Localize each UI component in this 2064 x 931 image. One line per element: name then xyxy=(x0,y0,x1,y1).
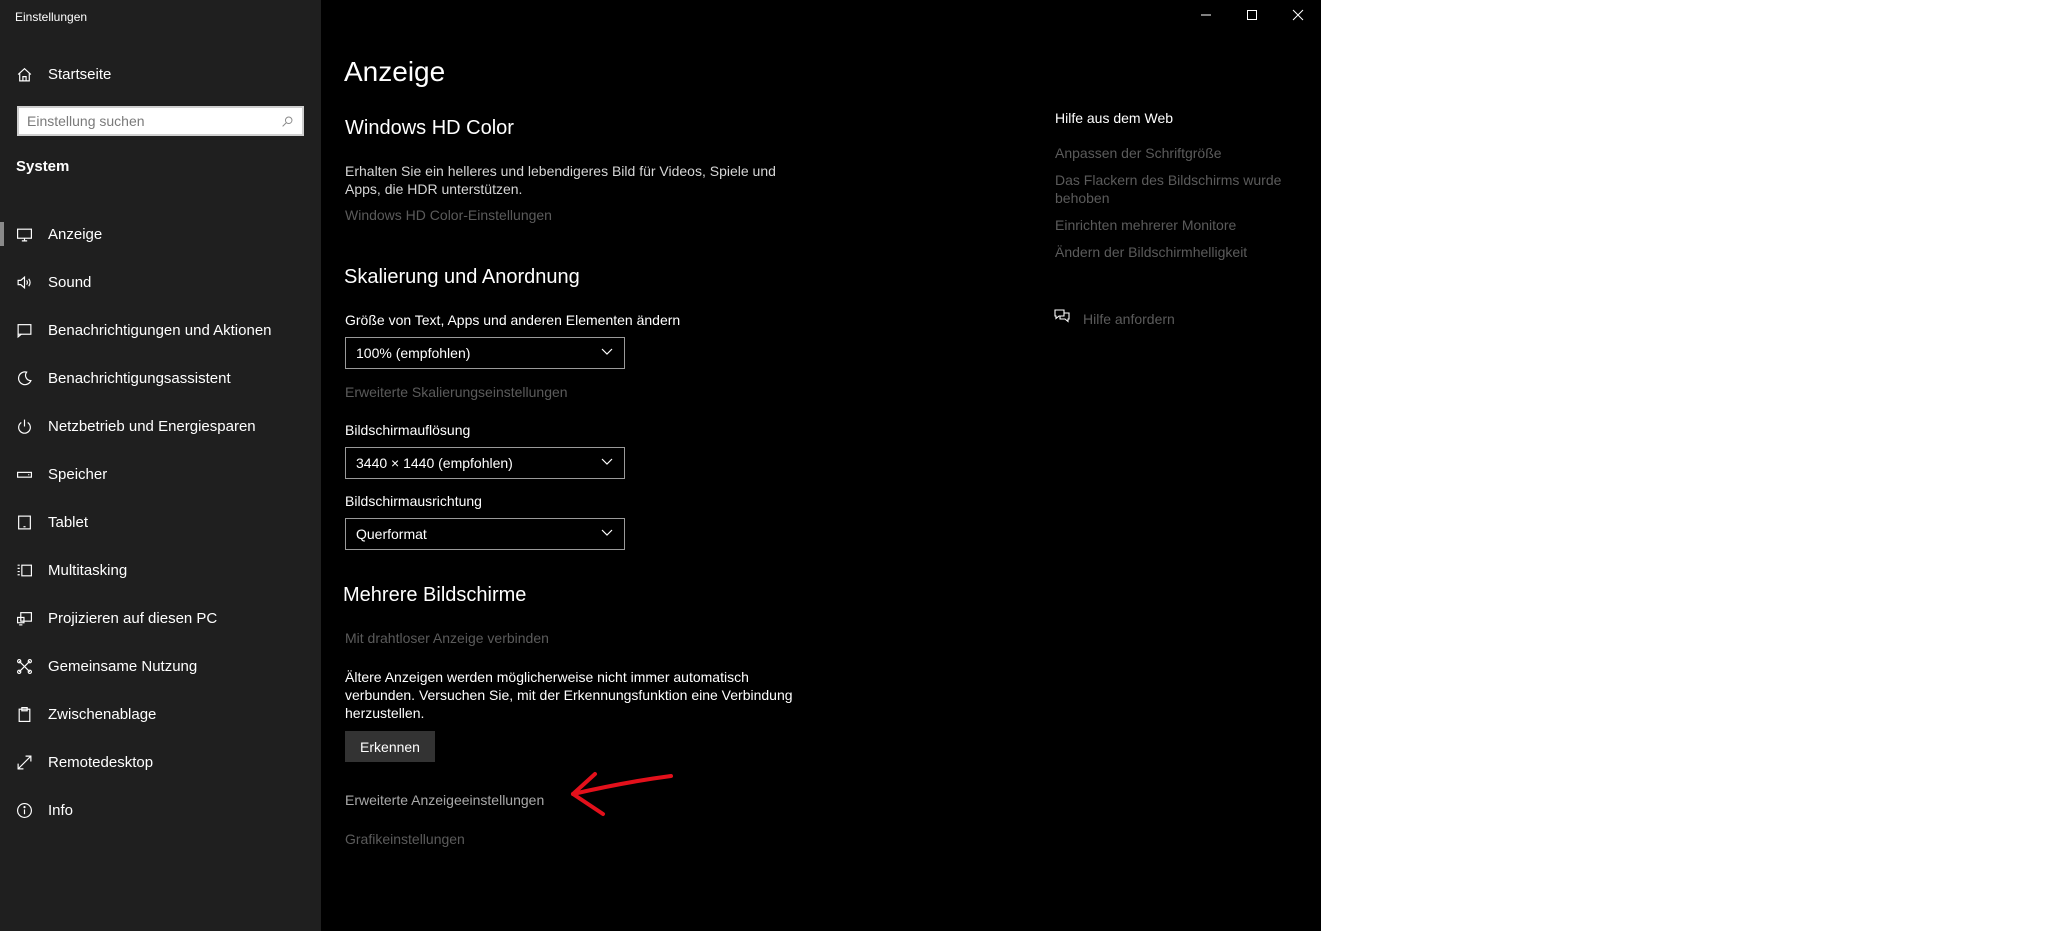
size-label: Größe von Text, Apps und anderen Element… xyxy=(345,312,681,328)
hdr-description: Erhalten Sie ein helleres und lebendiger… xyxy=(345,163,776,197)
sidebar-item-label: Info xyxy=(48,801,74,819)
help-request-link[interactable]: Hilfe anfordern xyxy=(1053,308,1175,329)
search-input[interactable] xyxy=(19,113,276,129)
app-title: Einstellungen xyxy=(15,10,88,24)
detect-button[interactable]: Erkennen xyxy=(345,731,435,762)
moon-icon xyxy=(0,364,48,392)
clipboard-icon xyxy=(0,700,48,728)
sidebar-item-label: Benachrichtigungsassistent xyxy=(48,369,231,387)
close-button[interactable] xyxy=(1275,0,1321,34)
minimize-button[interactable] xyxy=(1183,0,1229,34)
sidebar-item-label: Multitasking xyxy=(48,561,128,579)
sidebar-item-label: Sound xyxy=(48,273,92,291)
notification-icon xyxy=(0,316,48,344)
tablet-icon xyxy=(0,508,48,536)
sidebar-item-gemeinsame-nutzung[interactable]: Gemeinsame Nutzung xyxy=(0,642,321,690)
sidebar: Einstellungen Startseite System Anzeige xyxy=(0,0,321,931)
info-icon xyxy=(0,796,48,824)
chat-help-icon xyxy=(1053,308,1071,329)
page-title: Anzeige xyxy=(344,56,446,87)
hdr-heading: Windows HD Color xyxy=(345,117,514,139)
size-dropdown[interactable]: 100% (empfohlen) xyxy=(345,337,625,369)
sidebar-item-label: Benachrichtigungen und Aktionen xyxy=(48,321,272,339)
remote-desktop-icon xyxy=(0,748,48,776)
sidebar-item-home[interactable]: Startseite xyxy=(0,60,321,88)
dropdown-value: Querformat xyxy=(356,526,427,542)
help-link-brightness[interactable]: Ändern der Bildschirmhelligkeit xyxy=(1055,243,1295,261)
chevron-down-icon xyxy=(600,525,614,544)
sidebar-item-label: Gemeinsame Nutzung xyxy=(48,657,198,675)
sidebar-item-label: Speicher xyxy=(48,465,108,483)
power-icon xyxy=(0,412,48,440)
sidebar-item-anzeige[interactable]: Anzeige xyxy=(0,210,321,258)
storage-icon xyxy=(0,460,48,488)
settings-window: Einstellungen Startseite System Anzeige xyxy=(0,0,1321,931)
resolution-dropdown[interactable]: 3440 × 1440 (empfohlen) xyxy=(345,447,625,479)
speaker-icon xyxy=(0,268,48,296)
sidebar-item-speicher[interactable]: Speicher xyxy=(0,450,321,498)
help-request-label: Hilfe anfordern xyxy=(1083,310,1175,327)
annotation-arrow xyxy=(571,772,673,816)
minimize-icon xyxy=(1200,8,1212,26)
multitasking-icon xyxy=(0,556,48,584)
sidebar-item-sound[interactable]: Sound xyxy=(0,258,321,306)
wireless-display-link[interactable]: Mit drahtloser Anzeige verbinden xyxy=(345,630,549,646)
sidebar-item-label: Zwischenablage xyxy=(48,705,157,723)
sidebar-item-label: Anzeige xyxy=(48,225,103,243)
sidebar-item-label: Remotedesktop xyxy=(48,753,154,771)
sidebar-item-label: Startseite xyxy=(48,65,112,83)
chevron-down-icon xyxy=(600,344,614,363)
sidebar-item-netzbetrieb[interactable]: Netzbetrieb und Energiesparen xyxy=(0,402,321,450)
graphics-settings-link[interactable]: Grafikeinstellungen xyxy=(345,831,465,847)
help-link-font-size[interactable]: Anpassen der Schriftgröße xyxy=(1055,144,1295,162)
home-icon xyxy=(0,60,48,88)
orientation-label: Bildschirmausrichtung xyxy=(345,493,482,509)
section-heading-system: System xyxy=(16,158,70,175)
sidebar-item-label: Netzbetrieb und Energiesparen xyxy=(48,417,256,435)
help-link-multiple-monitors[interactable]: Einrichten mehrerer Monitore xyxy=(1055,216,1295,234)
sidebar-item-info[interactable]: Info xyxy=(0,786,321,834)
sidebar-item-remotedesktop[interactable]: Remotedesktop xyxy=(0,738,321,786)
hdr-settings-link[interactable]: Windows HD Color-Einstellungen xyxy=(345,207,552,223)
monitor-icon xyxy=(0,220,48,248)
sidebar-nav: Anzeige Sound Benachrichtigungen und Akt… xyxy=(0,210,321,834)
search-icon[interactable] xyxy=(276,110,298,132)
sidebar-item-zwischenablage[interactable]: Zwischenablage xyxy=(0,690,321,738)
maximize-button[interactable] xyxy=(1229,0,1275,34)
orientation-dropdown[interactable]: Querformat xyxy=(345,518,625,550)
chevron-down-icon xyxy=(600,454,614,473)
maximize-icon xyxy=(1246,8,1258,26)
advanced-display-settings-link[interactable]: Erweiterte Anzeigeeinstellungen xyxy=(345,792,544,808)
dropdown-value: 3440 × 1440 (empfohlen) xyxy=(356,455,513,471)
help-link-flicker[interactable]: Das Flackern des Bildschirms wurde behob… xyxy=(1055,171,1295,207)
sidebar-item-label: Tablet xyxy=(48,513,89,531)
window-controls xyxy=(1183,0,1321,34)
dropdown-value: 100% (empfohlen) xyxy=(356,345,471,361)
scaling-heading: Skalierung und Anordnung xyxy=(344,266,580,288)
sidebar-item-benachrichtigungen[interactable]: Benachrichtigungen und Aktionen xyxy=(0,306,321,354)
share-icon xyxy=(0,652,48,680)
close-icon xyxy=(1292,8,1304,26)
detect-description: Ältere Anzeigen werden möglicherweise ni… xyxy=(345,669,793,721)
search-box xyxy=(17,106,304,136)
project-icon xyxy=(0,604,48,632)
sidebar-item-benachrichtigungsassistent[interactable]: Benachrichtigungsassistent xyxy=(0,354,321,402)
multi-display-heading: Mehrere Bildschirme xyxy=(343,584,527,606)
sidebar-item-label: Projizieren auf diesen PC xyxy=(48,609,218,627)
advanced-scaling-link[interactable]: Erweiterte Skalierungseinstellungen xyxy=(345,384,568,400)
sidebar-item-multitasking[interactable]: Multitasking xyxy=(0,546,321,594)
sidebar-item-tablet[interactable]: Tablet xyxy=(0,498,321,546)
resolution-label: Bildschirmauflösung xyxy=(345,422,471,438)
help-heading: Hilfe aus dem Web xyxy=(1055,110,1174,126)
sidebar-item-projizieren[interactable]: Projizieren auf diesen PC xyxy=(0,594,321,642)
